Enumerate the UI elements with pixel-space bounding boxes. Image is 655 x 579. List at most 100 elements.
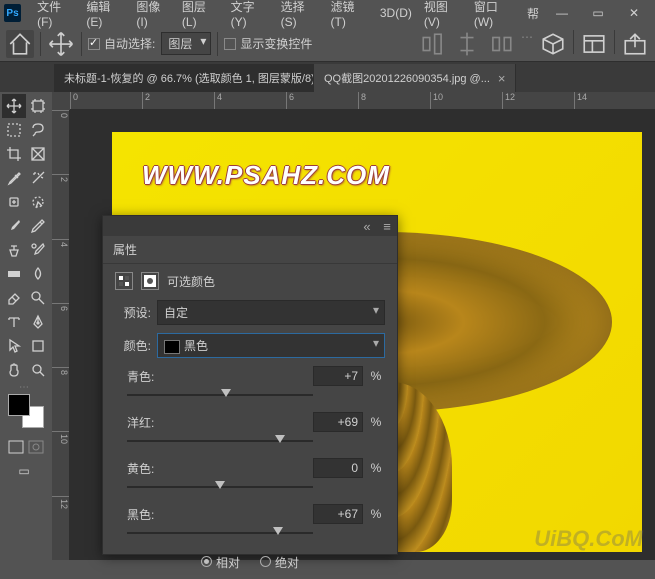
slider-track[interactable] — [127, 388, 313, 402]
menu-window[interactable]: 窗口(W) — [468, 0, 521, 33]
site-watermark: UiBQ.CoM — [534, 526, 643, 552]
menu-3d[interactable]: 3D(D) — [374, 2, 418, 24]
close-button[interactable]: ✕ — [617, 2, 651, 24]
auto-select-dropdown[interactable]: 图层 — [161, 32, 211, 55]
magenta-slider: 洋红: +69 % — [115, 412, 385, 448]
mask-icon[interactable] — [141, 272, 159, 290]
foreground-color[interactable] — [8, 394, 30, 416]
close-icon[interactable]: × — [498, 71, 506, 86]
canvas-text: WWW.PSAHZ.COM — [142, 160, 390, 191]
slider-label: 洋红: — [115, 414, 154, 431]
slider-value[interactable]: +69 — [313, 412, 363, 432]
share-icon[interactable] — [621, 30, 649, 58]
gradient-tool[interactable] — [2, 262, 26, 286]
transform-checkbox[interactable]: 显示变换控件 — [224, 35, 312, 52]
zoom-tool[interactable] — [26, 358, 50, 382]
preset-dropdown[interactable]: 自定 — [157, 300, 385, 325]
magic-wand-tool[interactable] — [26, 166, 50, 190]
panel-menu-icon[interactable]: ≡ — [377, 219, 397, 234]
pencil-tool[interactable] — [26, 214, 50, 238]
lasso-tool[interactable] — [26, 118, 50, 142]
eyedropper-tool[interactable] — [2, 166, 26, 190]
marquee-tool[interactable] — [2, 118, 26, 142]
ruler-vertical[interactable]: 024681012 — [52, 110, 70, 560]
toolbox: ⋯ ▭ — [0, 92, 52, 560]
menu-file[interactable]: 文件(F) — [31, 0, 80, 33]
auto-select-label: 自动选择: — [104, 35, 155, 52]
color-label: 颜色: — [115, 337, 151, 354]
percent-label: % — [367, 369, 385, 383]
black-slider: 黑色: +67 % — [115, 504, 385, 540]
percent-label: % — [367, 507, 385, 521]
align-icon-3[interactable] — [487, 30, 515, 58]
pen-tool[interactable] — [26, 310, 50, 334]
blur-tool[interactable] — [26, 262, 50, 286]
menu-view[interactable]: 视图(V) — [418, 0, 468, 33]
menu-layer[interactable]: 图层(L) — [176, 0, 225, 33]
percent-label: % — [367, 461, 385, 475]
preset-label: 预设: — [115, 304, 151, 321]
healing-tool[interactable] — [2, 190, 26, 214]
color-dropdown[interactable]: 黑色 — [157, 333, 385, 358]
collapse-icon[interactable]: « — [357, 219, 377, 234]
menu-help[interactable]: 帮 — [521, 1, 545, 26]
slider-value[interactable]: 0 — [313, 458, 363, 478]
slider-value[interactable]: +67 — [313, 504, 363, 524]
transform-label: 显示变换控件 — [240, 35, 312, 52]
menu-type[interactable]: 文字(Y) — [225, 0, 275, 33]
screenmode-button[interactable]: ▭ — [2, 460, 46, 482]
quickmask-mode[interactable] — [26, 436, 46, 458]
color-swatches[interactable] — [6, 392, 46, 430]
3d-mode-icon[interactable] — [539, 30, 567, 58]
panel-body: 可选颜色 预设: 自定 颜色: 黑色 青色: +7 % 洋红: + — [103, 264, 397, 579]
panel-header[interactable]: « ≡ — [103, 216, 397, 236]
menu-filter[interactable]: 滤镜(T) — [325, 0, 374, 33]
path-select-tool[interactable] — [2, 334, 26, 358]
slider-track[interactable] — [127, 434, 313, 448]
type-tool[interactable] — [2, 310, 26, 334]
tab-title: 未标题-1-恢复的 @ 66.7% (选取颜色 1, 图层蒙版/8) * — [64, 70, 314, 86]
ruler-horizontal[interactable]: 02468101214 — [70, 92, 655, 110]
standard-mode[interactable] — [6, 436, 26, 458]
slider-value[interactable]: +7 — [313, 366, 363, 386]
frame-tool[interactable] — [26, 142, 50, 166]
eraser-tool[interactable] — [2, 286, 26, 310]
history-brush-tool[interactable] — [26, 238, 50, 262]
adjustment-label: 可选颜色 — [167, 273, 215, 290]
tab-bar: 未标题-1-恢复的 @ 66.7% (选取颜色 1, 图层蒙版/8) * × Q… — [0, 62, 655, 92]
maximize-button[interactable]: ▭ — [581, 2, 615, 24]
workspace-icon[interactable] — [580, 30, 608, 58]
shape-tool[interactable] — [26, 334, 50, 358]
clone-tool[interactable] — [2, 238, 26, 262]
ruler-origin[interactable] — [52, 92, 70, 110]
relative-radio[interactable]: 相对 — [201, 554, 240, 571]
quick-select-tool[interactable] — [26, 190, 50, 214]
properties-panel: « ≡ 属性 可选颜色 预设: 自定 颜色: 黑色 青色: +7 % — [102, 215, 398, 555]
tab-title: QQ截图20201226090354.jpg @... — [324, 70, 490, 86]
app-logo: Ps — [4, 4, 21, 22]
dodge-tool[interactable] — [26, 286, 50, 310]
panel-tab[interactable]: 属性 — [103, 236, 397, 264]
move-tool-icon[interactable]: ▾ — [47, 30, 75, 58]
document-tab-1[interactable]: 未标题-1-恢复的 @ 66.7% (选取颜色 1, 图层蒙版/8) * × — [54, 64, 314, 92]
slider-label: 黑色: — [115, 506, 154, 523]
hand-tool[interactable] — [2, 358, 26, 382]
auto-select-checkbox[interactable]: 自动选择: — [88, 35, 155, 52]
slider-track[interactable] — [127, 480, 313, 494]
home-icon[interactable] — [6, 30, 34, 58]
align-icon-1[interactable] — [419, 30, 447, 58]
document-tab-2[interactable]: QQ截图20201226090354.jpg @... × — [314, 64, 516, 92]
slider-track[interactable] — [127, 526, 313, 540]
menu-image[interactable]: 图像(I) — [130, 0, 176, 33]
minimize-button[interactable]: — — [545, 2, 579, 24]
adjustment-icon — [115, 272, 133, 290]
crop-tool[interactable] — [2, 142, 26, 166]
artboard-tool[interactable] — [26, 94, 50, 118]
brush-tool[interactable] — [2, 214, 26, 238]
align-icon-2[interactable] — [453, 30, 481, 58]
absolute-radio[interactable]: 绝对 — [260, 554, 299, 571]
menu-edit[interactable]: 编辑(E) — [80, 0, 130, 33]
move-tool[interactable] — [2, 94, 26, 118]
menu-select[interactable]: 选择(S) — [275, 0, 325, 33]
titlebar: Ps 文件(F) 编辑(E) 图像(I) 图层(L) 文字(Y) 选择(S) 滤… — [0, 0, 655, 26]
